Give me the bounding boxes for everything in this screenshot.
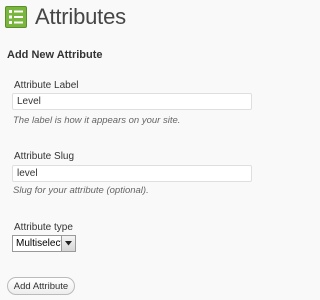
attribute-label-hint: The label is how it appears on your site… bbox=[13, 115, 181, 126]
attributes-icon bbox=[5, 6, 27, 28]
attribute-slug-label: Attribute Slug bbox=[14, 151, 75, 162]
section-title: Add New Attribute bbox=[7, 49, 103, 61]
chevron-down-icon[interactable] bbox=[61, 236, 75, 251]
page-title: Attributes bbox=[35, 4, 126, 29]
attribute-slug-hint: Slug for your attribute (optional). bbox=[13, 185, 149, 196]
attribute-type-selected: Multiselect bbox=[16, 238, 64, 249]
attribute-slug-input[interactable] bbox=[12, 165, 252, 182]
page-header: Attributes bbox=[5, 4, 126, 30]
attribute-label-input[interactable] bbox=[12, 93, 252, 110]
attribute-label-label: Attribute Label bbox=[14, 80, 79, 91]
attribute-type-select[interactable]: Multiselect bbox=[12, 235, 76, 252]
add-attribute-button[interactable]: Add Attribute bbox=[7, 277, 75, 295]
attribute-type-label: Attribute type bbox=[14, 222, 73, 233]
